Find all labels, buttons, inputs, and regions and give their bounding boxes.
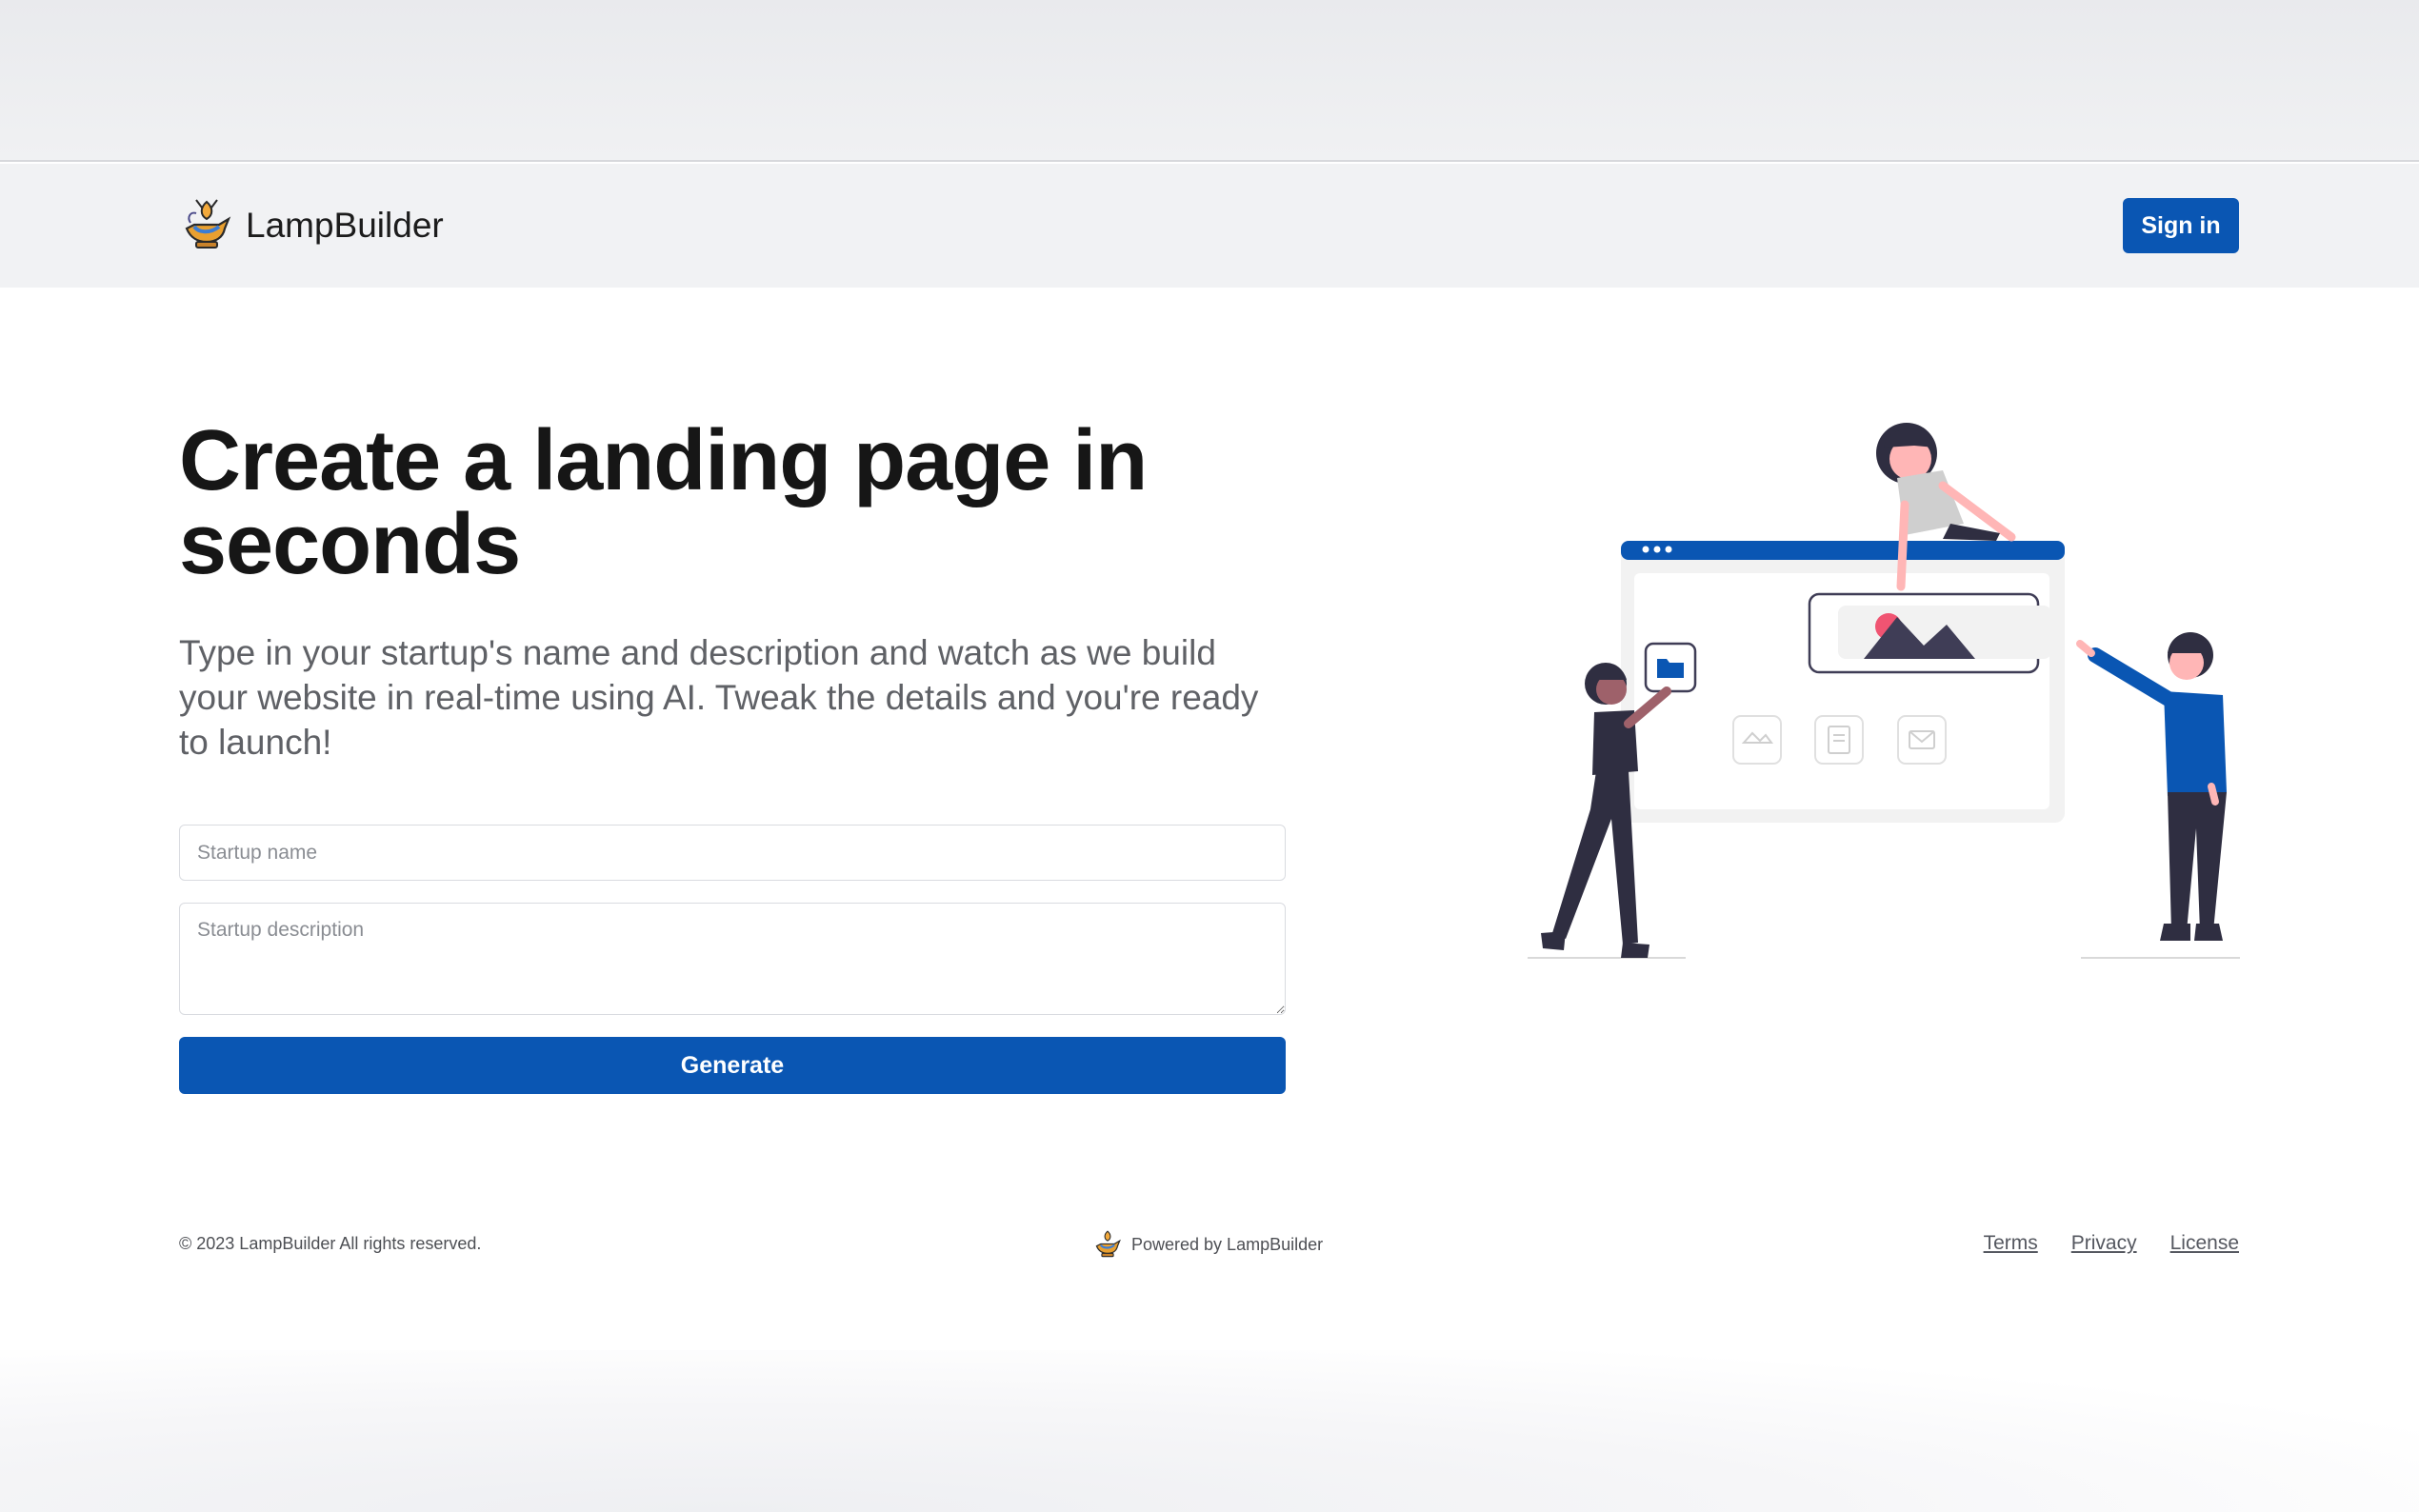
footer-copyright: © 2023 LampBuilder All rights reserved. — [179, 1234, 482, 1253]
generate-button[interactable]: Generate — [179, 1037, 1286, 1094]
privacy-link[interactable]: Privacy — [2071, 1232, 2137, 1255]
powered-by-link[interactable]: Powered by LampBuilder — [1093, 1228, 1323, 1261]
brand[interactable]: LampBuilder — [181, 198, 444, 253]
team-building-website-illustration — [1528, 423, 2240, 959]
license-link[interactable]: License — [2170, 1232, 2239, 1255]
genie-lamp-icon — [1095, 1230, 1121, 1258]
terms-link[interactable]: Terms — [1984, 1232, 2038, 1255]
browser-top-area — [0, 0, 2419, 162]
startup-description-input[interactable] — [179, 903, 1286, 1015]
powered-by-text: Powered by LampBuilder — [1131, 1234, 1324, 1254]
startup-name-input[interactable] — [179, 825, 1286, 881]
sign-in-button[interactable]: Sign in — [2123, 198, 2239, 253]
hero-title: Create a landing page in seconds — [179, 413, 1148, 592]
page-bottom-shadow — [0, 1350, 2419, 1512]
genie-lamp-icon — [185, 199, 231, 249]
brand-name: LampBuilder — [246, 206, 444, 245]
hero-subtitle: Type in your startup's name and descript… — [179, 633, 1259, 762]
footer-links: Terms Privacy License — [1984, 1232, 2239, 1255]
navbar: LampBuilder Sign in — [0, 164, 2419, 288]
